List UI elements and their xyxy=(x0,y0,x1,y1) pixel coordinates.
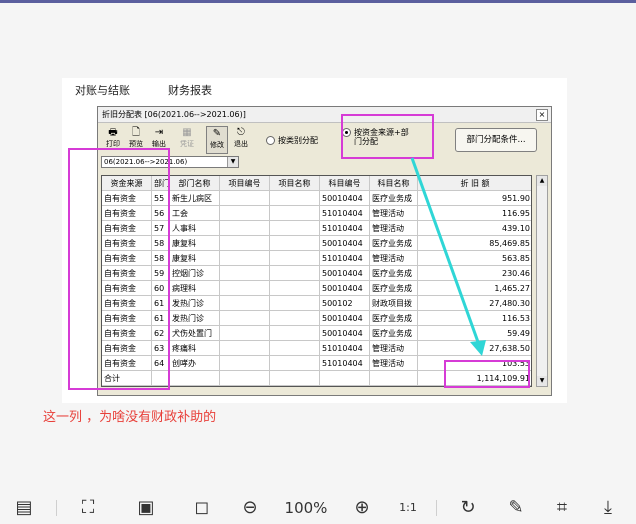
download-icon[interactable]: ⤓ xyxy=(596,496,620,520)
crop-icon[interactable]: ⌗ xyxy=(550,496,574,520)
zoom-in-icon[interactable]: ⊕ xyxy=(350,496,374,520)
arrow-head-icon xyxy=(470,340,486,356)
rotate-icon[interactable]: ↻ xyxy=(456,496,480,520)
annotation-text: 这一列 ，为啥没有财政补助的 xyxy=(43,410,217,425)
arrow-annotation xyxy=(410,157,486,356)
divider xyxy=(436,500,437,516)
zoom-out-icon[interactable]: ⊖ xyxy=(238,496,262,520)
scan-icon[interactable]: ⛶ xyxy=(76,496,100,520)
zoom-level: 100% xyxy=(284,499,328,517)
layout-icon[interactable]: ▤ xyxy=(12,496,36,520)
edit-image-icon[interactable]: ✎ xyxy=(504,496,528,520)
bottom-toolbar: ▤ ⛶ ▣ ◻ ⊖ 100% ⊕ 1:1 ↻ ✎ ⌗ ⤓ xyxy=(0,494,636,524)
divider xyxy=(56,500,57,516)
arrow-line xyxy=(410,157,480,343)
actual-size-icon[interactable]: 1:1 xyxy=(396,496,420,520)
fit-screen-icon[interactable]: ◻ xyxy=(190,496,214,520)
ocr-icon[interactable]: ▣ xyxy=(134,496,158,520)
